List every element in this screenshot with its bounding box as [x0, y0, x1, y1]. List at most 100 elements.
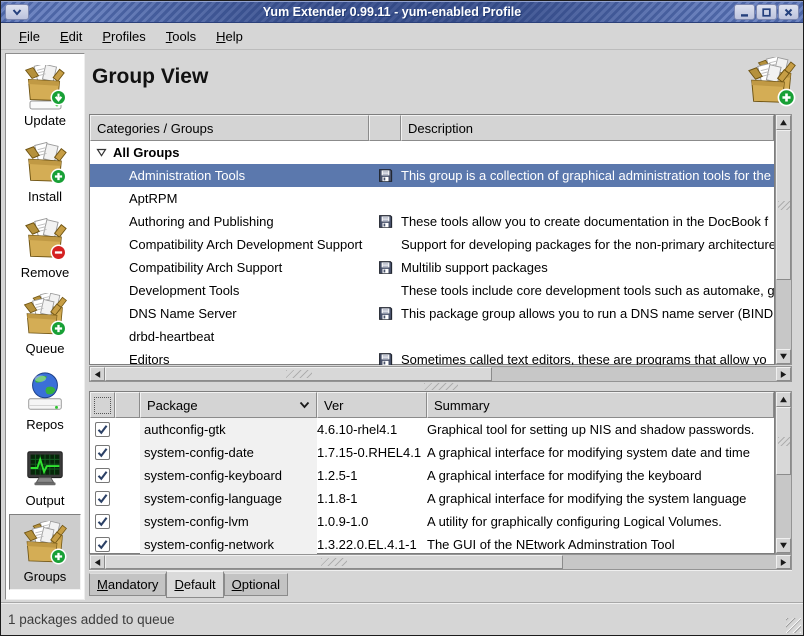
sidebar-item-output[interactable]: Output	[9, 438, 81, 514]
group-row[interactable]: AptRPM	[90, 187, 774, 210]
package-row[interactable]: system-config-date 1.7.15-0.RHEL4.1 A gr…	[90, 441, 774, 464]
package-checkbox[interactable]	[95, 514, 110, 529]
package-row[interactable]: authconfig-gtk 4.6.10-rhel4.1 Graphical …	[90, 418, 774, 441]
group-row[interactable]: DNS Name Server This package group allow…	[90, 302, 774, 325]
sidebar-item-queue[interactable]: Queue	[9, 286, 81, 362]
packages-vscroll-thumb[interactable]	[776, 407, 791, 475]
sidebar-item-update[interactable]: Update	[9, 58, 81, 134]
group-row[interactable]: Administration Tools This group is a col…	[90, 164, 774, 187]
window-menu-icon	[11, 7, 23, 17]
package-checkbox[interactable]	[95, 468, 110, 483]
groups-hscroll-thumb[interactable]	[105, 367, 492, 381]
packages-horizontal-scrollbar	[89, 554, 792, 570]
floppy-icon	[378, 306, 393, 321]
column-header-status[interactable]	[115, 392, 140, 418]
group-view-header-icon	[746, 57, 798, 109]
sidebar-item-label: Repos	[26, 417, 64, 432]
scroll-down-button[interactable]	[776, 349, 791, 364]
package-summary: A graphical interface for modifying syst…	[427, 441, 774, 464]
tab-optional[interactable]: Optional	[224, 573, 288, 596]
package-ver: 1.0.9-1.0	[317, 510, 427, 533]
menu-tools[interactable]: Tools	[156, 25, 206, 47]
package-checkbox[interactable]	[95, 537, 110, 552]
maximize-icon	[761, 7, 772, 18]
group-row[interactable]: Compatibility Arch Development Support S…	[90, 233, 774, 256]
scroll-up-button[interactable]	[776, 115, 791, 130]
package-checkbox[interactable]	[95, 445, 110, 460]
window-menu-button[interactable]	[5, 4, 29, 20]
resize-grip[interactable]	[786, 618, 801, 633]
groups-table: Categories / Groups Description All Grou…	[89, 114, 775, 365]
column-header-summary[interactable]: Summary	[427, 392, 774, 418]
statusbar: 1 packages added to queue	[1, 602, 803, 635]
package-name: system-config-date	[140, 441, 317, 464]
package-checkbox[interactable]	[95, 491, 110, 506]
group-row[interactable]: Development Tools These tools include co…	[90, 279, 774, 302]
package-row[interactable]: system-config-keyboard 1.2.5-1 A graphic…	[90, 464, 774, 487]
minimize-icon	[739, 7, 750, 18]
package-name: system-config-keyboard	[140, 464, 317, 487]
group-description: These tools allow you to create document…	[401, 210, 774, 233]
packages-table: Package Ver Summary authconfig-gtk 4.6.1…	[89, 391, 775, 554]
page-title: Group View	[92, 65, 208, 89]
menu-file[interactable]: File	[9, 25, 50, 47]
tab-default[interactable]: Default	[166, 571, 223, 598]
floppy-icon	[378, 260, 393, 275]
package-ver: 1.7.15-0.RHEL4.1	[317, 441, 427, 464]
column-header-ver[interactable]: Ver	[317, 392, 427, 418]
group-description	[401, 187, 774, 210]
groups-vscroll-thumb[interactable]	[776, 130, 791, 280]
status-text: 1 packages added to queue	[8, 612, 175, 627]
remove-box-icon	[22, 217, 68, 263]
column-header-select[interactable]	[90, 392, 115, 418]
package-row[interactable]: system-config-network 1.3.22.0.EL.4.1-1 …	[90, 533, 774, 554]
scroll-down-button[interactable]	[776, 538, 791, 553]
group-name: AptRPM	[90, 187, 369, 210]
column-header-description[interactable]: Description	[401, 115, 774, 141]
tab-mandatory[interactable]: Mandatory	[89, 573, 166, 596]
packages-hscroll-thumb[interactable]	[105, 555, 563, 569]
minimize-button[interactable]	[734, 4, 755, 20]
packages-vertical-scrollbar	[775, 391, 792, 554]
group-row[interactable]: Authoring and Publishing These tools all…	[90, 210, 774, 233]
group-root-row[interactable]: All Groups	[90, 141, 774, 164]
package-row[interactable]: system-config-lvm 1.0.9-1.0 A utility fo…	[90, 510, 774, 533]
close-button[interactable]	[778, 4, 799, 20]
titlebar[interactable]: Yum Extender 0.99.11 - yum-enabled Profi…	[1, 1, 803, 23]
maximize-button[interactable]	[756, 4, 777, 20]
group-row[interactable]: Compatibility Arch Support Multilib supp…	[90, 256, 774, 279]
menu-edit[interactable]: Edit	[50, 25, 92, 47]
package-name: authconfig-gtk	[140, 418, 317, 441]
scroll-right-button[interactable]	[776, 555, 791, 569]
column-header-package[interactable]: Package	[140, 392, 317, 418]
groups-boxes-icon	[22, 521, 68, 567]
sidebar-item-repos[interactable]: Repos	[9, 362, 81, 438]
scroll-up-button[interactable]	[776, 392, 791, 407]
column-header-group-icon[interactable]	[369, 115, 401, 141]
floppy-icon	[378, 352, 393, 365]
package-row[interactable]: system-config-language 1.1.8-1 A graphic…	[90, 487, 774, 510]
scroll-right-button[interactable]	[776, 367, 791, 381]
scroll-left-button[interactable]	[90, 555, 105, 569]
close-icon	[783, 7, 794, 18]
sidebar-item-groups[interactable]: Groups	[9, 514, 81, 590]
sidebar-item-remove[interactable]: Remove	[9, 210, 81, 286]
sidebar-item-install[interactable]: Install	[9, 134, 81, 210]
expander-open-icon[interactable]	[96, 147, 107, 158]
groups-table-header: Categories / Groups Description	[90, 115, 774, 141]
groups-horizontal-scrollbar	[89, 366, 792, 382]
menu-profiles[interactable]: Profiles	[92, 25, 155, 47]
group-name: Administration Tools	[90, 164, 369, 187]
menu-help[interactable]: Help	[206, 25, 253, 47]
pane-splitter-handle[interactable]	[89, 382, 792, 391]
column-header-categories[interactable]: Categories / Groups	[90, 115, 369, 141]
package-ver: 1.1.8-1	[317, 487, 427, 510]
package-checkbox[interactable]	[95, 422, 110, 437]
package-summary: Graphical tool for setting up NIS and sh…	[427, 418, 774, 441]
scroll-left-button[interactable]	[90, 367, 105, 381]
group-row[interactable]: drbd-heartbeat	[90, 325, 774, 348]
packages-table-body: authconfig-gtk 4.6.10-rhel4.1 Graphical …	[90, 418, 774, 554]
group-row[interactable]: Editors Sometimes called text editors, t…	[90, 348, 774, 365]
package-name: system-config-lvm	[140, 510, 317, 533]
checkbox-checked-icon	[96, 446, 109, 459]
